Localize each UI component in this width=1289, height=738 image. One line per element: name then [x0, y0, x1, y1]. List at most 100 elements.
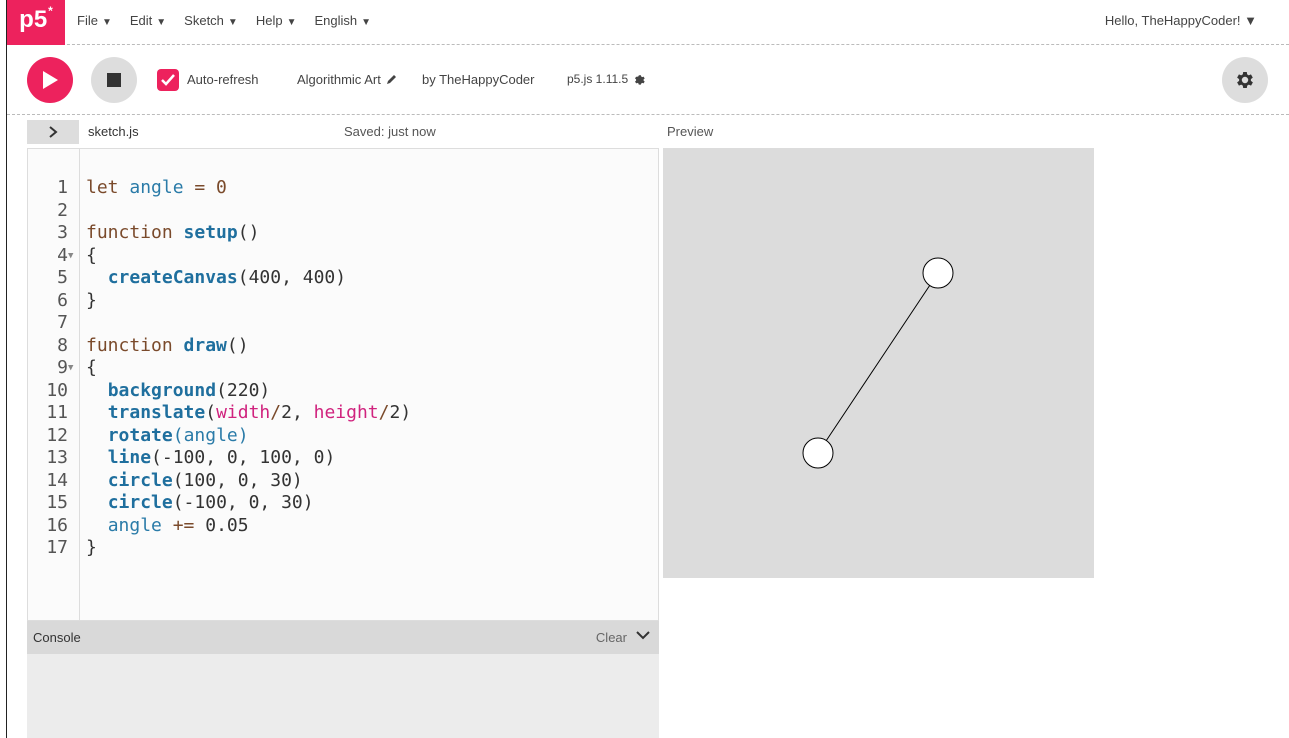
code-line[interactable]: 16 angle += 0.05 — [28, 515, 658, 538]
token: createCanvas — [107, 267, 238, 288]
console-clear-button[interactable]: Clear — [596, 630, 627, 645]
console-title: Console — [33, 630, 81, 645]
stop-icon — [107, 73, 121, 87]
fold-arrow-icon[interactable]: ▼ — [68, 245, 73, 268]
menu-sketch-label: Sketch — [184, 13, 224, 28]
sketch-author[interactable]: by TheHappyCoder — [422, 72, 535, 87]
token: } — [86, 537, 97, 558]
play-button[interactable] — [27, 57, 73, 103]
gear-icon — [1237, 72, 1253, 88]
line-number: 8 — [57, 334, 68, 356]
settings-button[interactable] — [1222, 57, 1268, 103]
line-number: 4 — [57, 244, 68, 266]
code-line[interactable]: 17} — [28, 537, 658, 560]
sidebar-toggle-button[interactable] — [27, 120, 79, 144]
save-status: Saved: just now — [344, 124, 436, 139]
code-line[interactable]: 6} — [28, 290, 658, 313]
token: () — [237, 222, 260, 243]
token: / — [378, 402, 390, 423]
pencil-icon — [387, 75, 397, 84]
user-menu[interactable]: Hello, TheHappyCoder! ▼ — [1105, 13, 1257, 28]
chevron-down-icon: ▼ — [361, 17, 372, 28]
menu-help[interactable]: Help ▼ — [256, 13, 297, 28]
token: line — [107, 447, 152, 468]
line-number: 11 — [46, 402, 68, 423]
token: ( — [172, 424, 184, 446]
token: { — [86, 357, 97, 378]
menu-sketch[interactable]: Sketch ▼ — [184, 13, 238, 28]
chevron-down-icon: ▼ — [286, 17, 297, 28]
line-number: 7 — [57, 312, 68, 333]
chevron-down-icon: ▼ — [227, 17, 238, 28]
line-number: 13 — [46, 447, 68, 468]
preview-label: Preview — [667, 124, 714, 139]
token: draw — [183, 334, 227, 356]
top-nav: p5 * File ▼ Edit ▼ Sketch ▼ Help ▼ English ▼ H… — [7, 0, 1289, 45]
sketch-name-text: Algorithmic Art — [297, 72, 381, 87]
token: background — [107, 379, 217, 401]
toolbar: Auto-refresh Algorithmic Art by TheHappy… — [7, 45, 1289, 115]
code-line[interactable]: 3 function setup() — [28, 222, 658, 245]
code-lines: 1 let angle = 0 2 3 function setup() 4 ▼{ 5… — [28, 177, 658, 560]
fold-arrow-icon[interactable]: ▼ — [68, 357, 73, 380]
token: angle — [107, 514, 162, 536]
console-header: Console Clear — [27, 621, 659, 654]
token: angle — [129, 177, 184, 198]
code-line[interactable]: 8 function draw() — [28, 335, 658, 358]
menu-file[interactable]: File ▼ — [77, 13, 112, 28]
line-number: 5 — [57, 267, 68, 288]
menu-file-label: File — [77, 13, 98, 28]
token: 0.05 — [194, 514, 249, 536]
line-number: 3 — [57, 222, 68, 243]
window-left-border — [0, 0, 7, 738]
token: angle — [183, 424, 238, 446]
menu-language[interactable]: English ▼ — [314, 13, 371, 28]
code-line[interactable]: 7 — [28, 312, 658, 335]
token: setup — [183, 222, 238, 243]
play-icon — [43, 71, 58, 89]
sketch-circle — [802, 437, 834, 469]
code-line[interactable]: 14 circle(100, 0, 30) — [28, 470, 658, 493]
token: let — [86, 177, 119, 198]
console-output[interactable] — [27, 654, 659, 738]
code-line[interactable]: 1 let angle = 0 — [28, 177, 658, 200]
code-line[interactable]: 11 translate(width/2, height/2) — [28, 402, 658, 425]
code-line[interactable]: 13 line(-100, 0, 100, 0) — [28, 447, 658, 470]
line-number: 15 — [46, 492, 68, 513]
file-tab[interactable]: sketch.js — [88, 124, 139, 139]
sketch-name[interactable]: Algorithmic Art — [297, 72, 398, 87]
p5-version[interactable]: p5.js 1.11.5 — [567, 72, 645, 86]
menu-edit[interactable]: Edit ▼ — [130, 13, 166, 28]
chevron-down-icon[interactable] — [635, 628, 651, 642]
sketch-output — [802, 257, 954, 469]
code-line[interactable]: 5 createCanvas(400, 400) — [28, 267, 658, 290]
logo-text: p5 — [19, 6, 48, 33]
preview-canvas[interactable] — [663, 148, 1094, 578]
code-line[interactable]: 2 — [28, 200, 658, 223]
token: () — [226, 334, 249, 356]
token: { — [86, 244, 97, 266]
line-number: 12 — [46, 424, 68, 446]
token: width — [216, 402, 271, 423]
code-line[interactable]: 15 circle(-100, 0, 30) — [28, 492, 658, 515]
code-editor[interactable]: 1 let angle = 0 2 3 function setup() 4 ▼{ 5… — [27, 148, 659, 621]
token: (100, 0, 30) — [172, 469, 303, 491]
auto-refresh-label: Auto-refresh — [187, 72, 259, 87]
code-line[interactable]: 12 rotate(angle) — [28, 425, 658, 448]
token: circle — [107, 469, 173, 491]
checkmark-icon — [161, 74, 175, 86]
code-line[interactable]: 10 background(220) — [28, 380, 658, 403]
code-line[interactable]: 4 ▼ { — [28, 245, 658, 268]
auto-refresh-checkbox[interactable] — [157, 69, 179, 91]
menu-help-label: Help — [255, 13, 283, 28]
chevron-down-icon: ▼ — [156, 17, 167, 28]
token: function — [86, 222, 173, 243]
token: circle — [107, 492, 173, 513]
stop-button[interactable] — [91, 57, 137, 103]
line-number: 9 — [57, 357, 68, 378]
code-line[interactable]: 9 ▼ { — [28, 357, 658, 380]
line-number: 14 — [46, 469, 68, 491]
gear-icon — [634, 75, 645, 85]
token: / — [270, 402, 282, 423]
p5-logo[interactable]: p5 * — [7, 0, 65, 45]
